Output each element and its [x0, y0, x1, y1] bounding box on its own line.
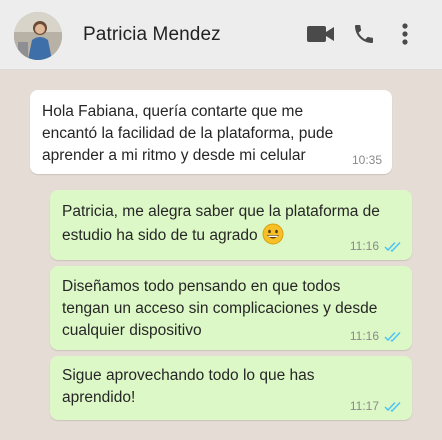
message-text: Hola Fabiana, quería contarte que me enc…: [42, 103, 334, 164]
message-bubble-outgoing[interactable]: Diseñamos todo pensando en que todos ten…: [50, 266, 412, 350]
read-ticks-icon: [384, 331, 402, 342]
message-time: 11:16: [349, 329, 379, 343]
avatar[interactable]: [14, 12, 62, 60]
message-time: 11:17: [349, 399, 379, 413]
contact-name[interactable]: Patricia Mendez: [83, 24, 221, 46]
message-meta: 10:35: [352, 149, 382, 171]
video-call-icon[interactable]: [306, 20, 336, 48]
message-bubble-outgoing[interactable]: Patricia, me alegra saber que la platafo…: [50, 190, 412, 260]
more-options-icon[interactable]: [398, 20, 412, 48]
chat-header: Patricia Mendez: [0, 0, 442, 70]
phone-call-icon[interactable]: [351, 20, 377, 48]
read-ticks-icon: [384, 401, 402, 412]
message-meta: 11:17: [350, 395, 402, 417]
grinning-face-icon: [262, 223, 284, 252]
message-bubble-incoming[interactable]: Hola Fabiana, quería contarte que me enc…: [30, 90, 392, 174]
avatar-photo: [14, 12, 62, 60]
message-meta: 11:16: [350, 235, 402, 257]
message-text: Patricia, me alegra saber que la platafo…: [62, 203, 380, 244]
message-time: 10:35: [351, 153, 382, 167]
message-bubble-outgoing[interactable]: Sigue aprovechando todo lo que has apren…: [50, 356, 412, 420]
message-time: 11:16: [349, 239, 379, 253]
chat-area[interactable]: Hola Fabiana, quería contarte que me enc…: [0, 70, 442, 440]
read-ticks-icon: [384, 241, 402, 252]
message-meta: 11:16: [350, 325, 402, 347]
